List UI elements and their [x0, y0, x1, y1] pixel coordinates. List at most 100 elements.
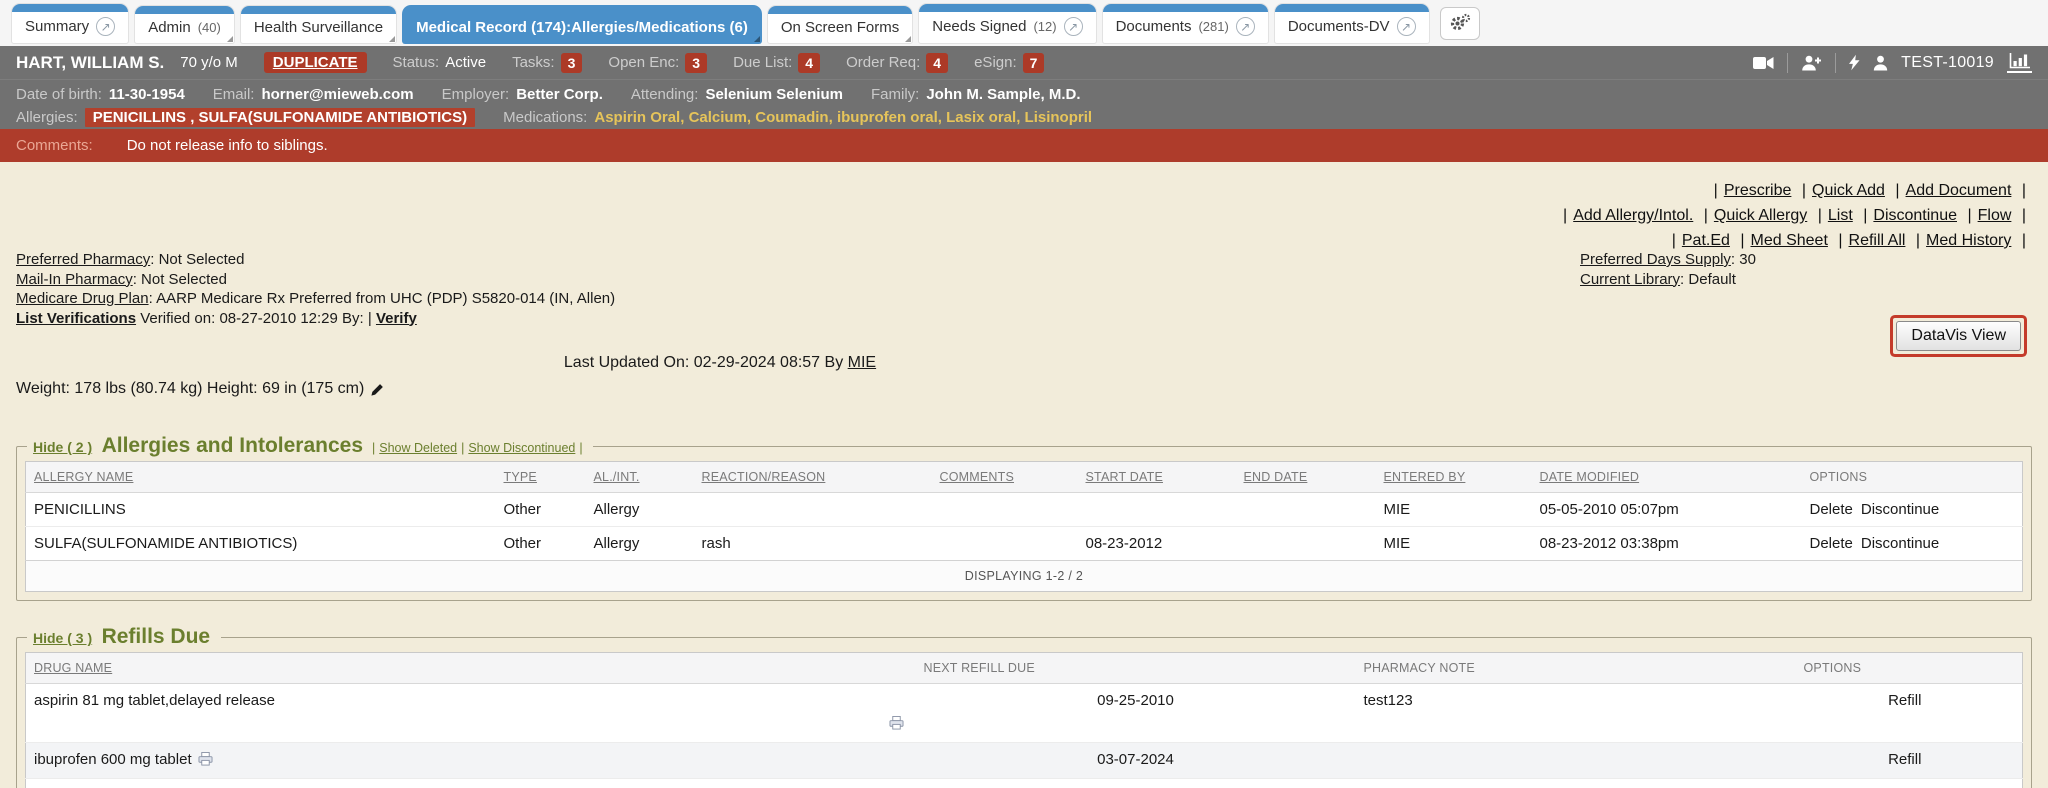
discontinue-link[interactable]: Discontinue [1861, 535, 1939, 552]
tasks-label: Tasks: [512, 54, 555, 71]
employer-label: Employer: [442, 86, 510, 103]
next-refill-date: 03-07-2024 [916, 743, 1356, 779]
lightning-bolt-icon[interactable] [1849, 54, 1860, 71]
person-icon[interactable] [1873, 55, 1888, 71]
tab-health-surveillance[interactable]: Health Surveillance [241, 6, 396, 43]
esign-badge[interactable]: 7 [1023, 53, 1045, 73]
tab-admin[interactable]: Admin (40) [135, 6, 234, 43]
list-verifications-link[interactable]: List Verifications [16, 310, 136, 327]
refill-link[interactable]: Refill [1888, 751, 1921, 768]
tab-summary[interactable]: Summary ↗ [12, 4, 128, 43]
preferred-days-supply-link[interactable]: Preferred Days Supply [1580, 251, 1731, 268]
duplicate-flag[interactable]: DUPLICATE [264, 52, 367, 73]
tab-cap [1275, 4, 1429, 12]
show-deleted-link[interactable]: Show Deleted [379, 441, 457, 455]
medication-link[interactable]: Coumadin [747, 109, 829, 126]
refill-row: lisinopril 10 mg tablet 07-01-2010 Refil… [26, 779, 2023, 788]
verify-link[interactable]: Verify [376, 310, 417, 327]
medication-link[interactable]: Calcium [680, 109, 747, 126]
mail-in-pharmacy-link[interactable]: Mail-In Pharmacy [16, 271, 133, 288]
allergies-hide-link[interactable]: Hide ( 2 ) [33, 439, 92, 455]
tasks-badge[interactable]: 3 [561, 53, 583, 73]
med-sheet-link[interactable]: Med Sheet [1751, 232, 1828, 249]
col-end-date[interactable]: END DATE [1236, 462, 1376, 493]
video-visit-icon[interactable] [1753, 56, 1774, 70]
col-options: OPTIONS [1796, 653, 2023, 684]
patient-age-sex: 70 y/o M [180, 54, 238, 71]
medication-link[interactable]: Lasix oral [938, 109, 1016, 126]
refill-row: ibuprofen 600 mg tablet 03-07-2024 Refil… [26, 743, 2023, 779]
add-allergy-intol-link[interactable]: Add Allergy/Intol. [1573, 207, 1693, 224]
open-in-new-icon[interactable]: ↗ [1064, 17, 1083, 36]
cogs-icon [1449, 13, 1471, 32]
refills-table: DRUG NAME NEXT REFILL DUE PHARMACY NOTE … [25, 652, 2023, 788]
add-document-link[interactable]: Add Document [1906, 182, 2012, 199]
last-updated-by-link[interactable]: MIE [848, 354, 876, 371]
printer-icon[interactable] [889, 716, 904, 734]
tab-label: Summary [25, 18, 89, 35]
col-type[interactable]: TYPE [496, 462, 586, 493]
open-in-new-icon[interactable]: ↗ [96, 17, 115, 36]
tab-documents[interactable]: Documents (281) ↗ [1103, 4, 1268, 43]
preferred-pharmacy-link[interactable]: Preferred Pharmacy [16, 251, 150, 268]
demographics-bar: Date of birth: 11-30-1954 Email: horner@… [0, 79, 2048, 129]
medicare-drug-plan-link[interactable]: Medicare Drug Plan [16, 290, 149, 307]
col-start-date[interactable]: START DATE [1078, 462, 1236, 493]
pat-ed-link[interactable]: Pat.Ed [1682, 232, 1730, 249]
edit-pencil-icon[interactable] [370, 382, 385, 397]
prescribe-link[interactable]: Prescribe [1724, 182, 1792, 199]
tab-medical-record-active[interactable]: Medical Record (174):Allergies/Medicatio… [403, 6, 761, 43]
refills-section: Hide ( 3 ) Refills Due DRUG NAME NEXT RE… [16, 625, 2032, 788]
tab-on-screen-forms[interactable]: On Screen Forms [768, 6, 912, 43]
discontinue-link[interactable]: Discontinue [1861, 501, 1939, 518]
col-allergy-name[interactable]: ALLERGY NAME [26, 462, 496, 493]
last-updated: Last Updated On: 02-29-2024 08:57 By MIE [0, 354, 1440, 372]
open-in-new-icon[interactable]: ↗ [1236, 17, 1255, 36]
delete-link[interactable]: Delete [1810, 501, 1853, 518]
col-entered-by[interactable]: ENTERED BY [1376, 462, 1532, 493]
medication-link[interactable]: ibuprofen oral [829, 109, 938, 126]
open-enc-badge[interactable]: 3 [685, 53, 707, 73]
preferred-days-supply-value: 30 [1739, 251, 1756, 268]
allergies-medications-panel: Prescribe Quick Add Add Document Add All… [0, 162, 2048, 788]
col-reaction-reason[interactable]: REACTION/REASON [694, 462, 932, 493]
quick-add-link[interactable]: Quick Add [1812, 182, 1885, 199]
col-al-int[interactable]: AL./INT. [586, 462, 694, 493]
col-drug-name[interactable]: DRUG NAME [26, 653, 916, 684]
next-refill-date: 09-25-2010 [916, 684, 1356, 743]
datavis-view-button[interactable]: DataVis View [1896, 321, 2021, 351]
action-row-2: Add Allergy/Intol. Quick Allergy List Di… [1557, 203, 2032, 228]
refill-all-link[interactable]: Refill All [1849, 232, 1906, 249]
tab-settings-button[interactable] [1440, 7, 1480, 40]
col-comments[interactable]: COMMENTS [932, 462, 1078, 493]
flowsheet-chart-icon[interactable] [2007, 52, 2032, 73]
tab-label: Health Surveillance [254, 19, 383, 36]
order-req-badge[interactable]: 4 [926, 53, 948, 73]
refill-link[interactable]: Refill [1888, 692, 1921, 709]
add-person-icon[interactable] [1801, 55, 1822, 71]
due-list-badge[interactable]: 4 [798, 53, 820, 73]
list-link[interactable]: List [1828, 207, 1853, 224]
allergy-name: SULFA(SULFONAMIDE ANTIBIOTICS) [26, 527, 496, 561]
current-library-link[interactable]: Current Library [1580, 271, 1680, 288]
tab-needs-signed[interactable]: Needs Signed (12) ↗ [919, 4, 1095, 43]
order-req-label: Order Req: [846, 54, 920, 71]
col-date-modified[interactable]: DATE MODIFIED [1532, 462, 1802, 493]
open-in-new-icon[interactable]: ↗ [1397, 17, 1416, 36]
tab-documents-dv[interactable]: Documents-DV ↗ [1275, 4, 1429, 43]
mail-in-pharmacy-value: Not Selected [141, 271, 227, 288]
med-history-link[interactable]: Med History [1926, 232, 2011, 249]
discontinue-link[interactable]: Discontinue [1873, 207, 1957, 224]
dob-label: Date of birth: [16, 86, 102, 103]
show-discontinued-link[interactable]: Show Discontinued [468, 441, 575, 455]
refills-hide-link[interactable]: Hide ( 3 ) [33, 630, 92, 646]
pharmacy-note [1356, 743, 1796, 779]
quick-allergy-link[interactable]: Quick Allergy [1714, 207, 1807, 224]
medication-link[interactable]: Lisinopril [1016, 109, 1092, 126]
delete-link[interactable]: Delete [1810, 535, 1853, 552]
family-label: Family: [871, 86, 919, 103]
medication-link[interactable]: Aspirin Oral [594, 109, 680, 126]
flow-link[interactable]: Flow [1978, 207, 2012, 224]
refill-row: aspirin 81 mg tablet,delayed release 09-… [26, 684, 2023, 743]
printer-icon[interactable] [198, 752, 213, 770]
